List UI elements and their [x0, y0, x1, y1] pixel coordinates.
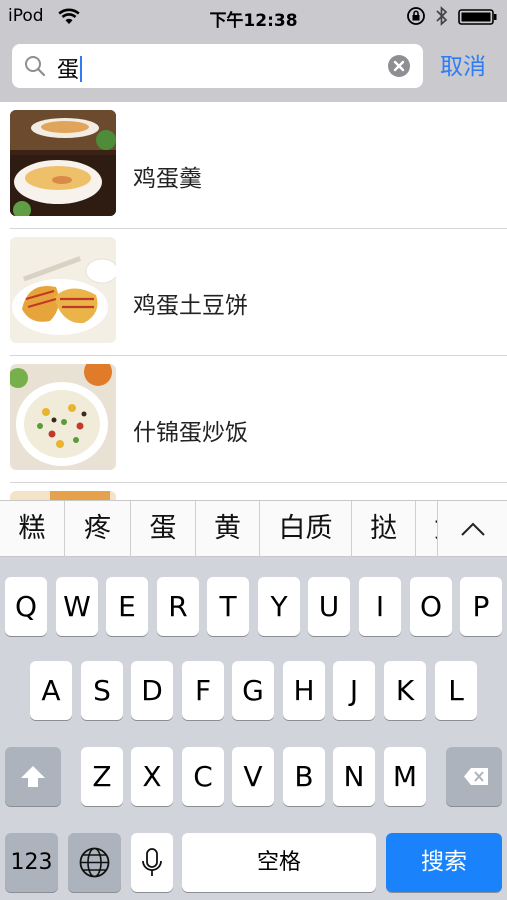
keyboard: Q W E R T Y U I O P A S D F G H J K L Z … [0, 557, 507, 900]
clock: 下午12:38 [209, 11, 298, 31]
result-item[interactable]: 鸡蛋羹 [0, 102, 507, 229]
dictation-key[interactable] [131, 833, 173, 892]
key-d[interactable]: D [131, 661, 173, 720]
key-l[interactable]: L [435, 661, 477, 720]
search-results-list: 鸡蛋羹 鸡蛋土豆饼 什锦蛋炒饭 [0, 102, 507, 500]
key-e[interactable]: E [106, 577, 148, 636]
key-u[interactable]: U [308, 577, 350, 636]
dish-photo-fried-rice [10, 364, 116, 470]
clear-search-button[interactable] [388, 55, 410, 77]
candidate-item[interactable]: 黄 [196, 501, 260, 557]
key-t[interactable]: T [207, 577, 249, 636]
dish-photo-partial [10, 491, 116, 500]
key-s[interactable]: S [81, 661, 123, 720]
candidate-item[interactable]: 白质 [260, 501, 352, 557]
key-b[interactable]: B [283, 747, 325, 806]
top-area: iPod 下午12:38 蛋 取消 [0, 0, 507, 102]
space-key[interactable]: 空格 [182, 833, 376, 892]
result-item[interactable]: 什锦蛋炒饭 [0, 356, 507, 483]
status-bar: iPod 下午12:38 [0, 0, 507, 34]
orientation-lock-icon [407, 7, 425, 25]
microphone-icon [142, 848, 162, 876]
candidate-bar: 糕 疼 蛋 黄 白质 挞 女 [0, 500, 507, 557]
globe-icon [79, 847, 110, 878]
key-o[interactable]: O [410, 577, 452, 636]
result-item-partial[interactable] [0, 483, 507, 500]
battery-icon [458, 9, 497, 25]
key-c[interactable]: C [182, 747, 224, 806]
search-field[interactable]: 蛋 [12, 44, 423, 88]
key-x[interactable]: X [131, 747, 173, 806]
candidate-item-partial[interactable]: 女 [416, 501, 437, 557]
key-f[interactable]: F [182, 661, 224, 720]
dish-photo-egg-potato-cake [10, 237, 116, 343]
shift-key[interactable] [5, 747, 61, 806]
key-a[interactable]: A [30, 661, 72, 720]
key-k[interactable]: K [384, 661, 426, 720]
key-p[interactable]: P [460, 577, 502, 636]
expand-candidates-button[interactable] [437, 501, 507, 557]
backspace-icon [464, 768, 488, 785]
key-q[interactable]: Q [5, 577, 47, 636]
delete-key[interactable] [446, 747, 502, 806]
key-g[interactable]: G [232, 661, 274, 720]
candidate-item[interactable]: 蛋 [131, 501, 196, 557]
key-h[interactable]: H [283, 661, 325, 720]
search-icon [25, 56, 46, 77]
text-cursor [80, 56, 83, 82]
key-z[interactable]: Z [81, 747, 123, 806]
key-v[interactable]: V [232, 747, 274, 806]
result-item[interactable]: 鸡蛋土豆饼 [0, 229, 507, 356]
key-y[interactable]: Y [258, 577, 300, 636]
result-title: 什锦蛋炒饭 [133, 420, 248, 446]
candidate-item[interactable]: 挞 [352, 501, 416, 557]
key-j[interactable]: J [333, 661, 375, 720]
search-input[interactable]: 蛋 [57, 52, 83, 84]
search-query: 蛋 [57, 58, 80, 83]
cancel-button[interactable]: 取消 [440, 47, 486, 81]
numbers-key[interactable]: 123 [5, 833, 58, 892]
clear-icon [393, 60, 405, 72]
shift-arrow-icon [21, 766, 45, 787]
result-title: 鸡蛋羹 [133, 166, 202, 192]
candidate-item[interactable]: 疼 [65, 501, 131, 557]
search-key[interactable]: 搜索 [386, 833, 502, 892]
candidate-item[interactable]: 糕 [0, 501, 65, 557]
result-title: 鸡蛋土豆饼 [133, 293, 248, 319]
key-n[interactable]: N [333, 747, 375, 806]
key-m[interactable]: M [384, 747, 426, 806]
chevron-up-icon [461, 522, 485, 536]
bluetooth-icon [436, 6, 448, 26]
globe-key[interactable] [68, 833, 121, 892]
key-i[interactable]: I [359, 577, 401, 636]
dish-photo-steamed-egg [10, 110, 116, 216]
key-r[interactable]: R [157, 577, 199, 636]
key-w[interactable]: W [56, 577, 98, 636]
